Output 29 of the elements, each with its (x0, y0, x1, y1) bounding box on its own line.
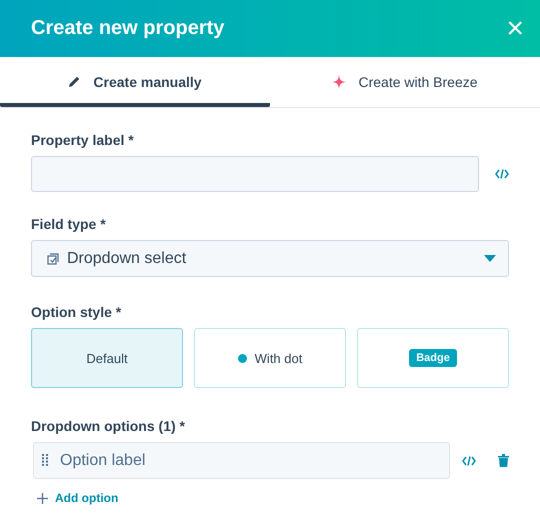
code-button[interactable] (462, 456, 476, 466)
dot-icon (238, 354, 247, 362)
dropdown-select[interactable]: Dropdown select (31, 240, 509, 277)
plus-icon (37, 492, 48, 504)
pencil-icon (68, 75, 82, 88)
drag-handle-icon[interactable] (42, 454, 48, 466)
input-field[interactable] (31, 156, 479, 192)
option-style-card[interactable]: Default (31, 328, 183, 388)
tab[interactable]: Create with Breeze (270, 57, 540, 107)
code-button[interactable] (495, 169, 509, 179)
badge-label: Badge (409, 349, 457, 367)
trash-icon (498, 454, 509, 467)
field-label: Option style * (31, 304, 122, 320)
tab[interactable]: Create manually (0, 57, 270, 107)
code-icon (462, 456, 476, 466)
card-label: With dot (254, 350, 302, 366)
dialog-title: Create new property (31, 17, 224, 40)
checklist-icon (47, 252, 59, 264)
sparkle-icon (332, 74, 346, 88)
add-option-link[interactable]: Add option (31, 491, 118, 505)
field-label: Dropdown options (1) * (31, 418, 186, 434)
field-label: Property label * (31, 132, 135, 148)
delete-button[interactable] (498, 454, 509, 467)
card-label: Default (86, 350, 128, 366)
option-style-card[interactable]: With dot (194, 328, 346, 388)
caret-icon (484, 255, 496, 262)
code-icon (495, 169, 509, 179)
field-label: Field type * (31, 216, 107, 232)
option-field[interactable]: Option label (33, 442, 450, 479)
